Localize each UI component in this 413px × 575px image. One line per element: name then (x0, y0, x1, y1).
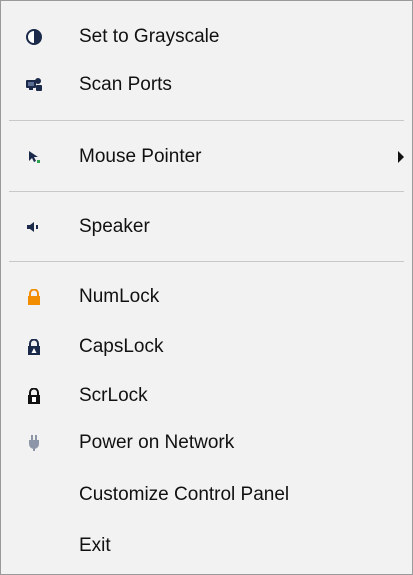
menu-item-label: Power on Network (79, 432, 235, 453)
menu-item-set-to-grayscale[interactable]: Set to Grayscale (1, 13, 412, 61)
power-plug-icon (25, 434, 43, 452)
menu-item-label: Scan Ports (79, 74, 172, 95)
menu-item-label: Mouse Pointer (79, 146, 202, 167)
menu-separator (9, 191, 404, 192)
menu-item-label: NumLock (79, 286, 160, 307)
context-menu: Set to Grayscale Scan Ports Mouse Pointe… (0, 0, 413, 575)
menu-item-label: Customize Control Panel (79, 484, 290, 505)
scan-ports-icon (25, 76, 43, 94)
menu-separator (9, 120, 404, 121)
menu-item-speaker[interactable]: Speaker (1, 203, 412, 251)
menu-item-capslock[interactable]: CapsLock (1, 323, 412, 371)
contrast-icon (25, 28, 43, 46)
menu-item-label: CapsLock (79, 336, 164, 357)
submenu-arrow-icon (398, 151, 404, 163)
mouse-pointer-icon (25, 148, 43, 166)
menu-item-label: Exit (79, 535, 111, 556)
menu-item-label: Set to Grayscale (79, 26, 220, 47)
lock-icon (25, 338, 43, 356)
menu-item-exit[interactable]: Exit (1, 522, 412, 570)
menu-item-mouse-pointer[interactable]: Mouse Pointer (1, 133, 412, 181)
menu-separator (9, 261, 404, 262)
speaker-icon (25, 218, 43, 236)
menu-item-label: Speaker (79, 216, 150, 237)
lock-icon (25, 288, 43, 306)
menu-item-scrlock[interactable]: ScrLock (1, 372, 412, 420)
menu-item-power-on-network[interactable]: Power on Network (1, 419, 412, 467)
menu-item-numlock[interactable]: NumLock (1, 273, 412, 321)
menu-item-scan-ports[interactable]: Scan Ports (1, 61, 412, 109)
menu-item-label: ScrLock (79, 385, 148, 406)
menu-item-customize-control-panel[interactable]: Customize Control Panel (1, 471, 412, 519)
lock-icon (25, 387, 43, 405)
